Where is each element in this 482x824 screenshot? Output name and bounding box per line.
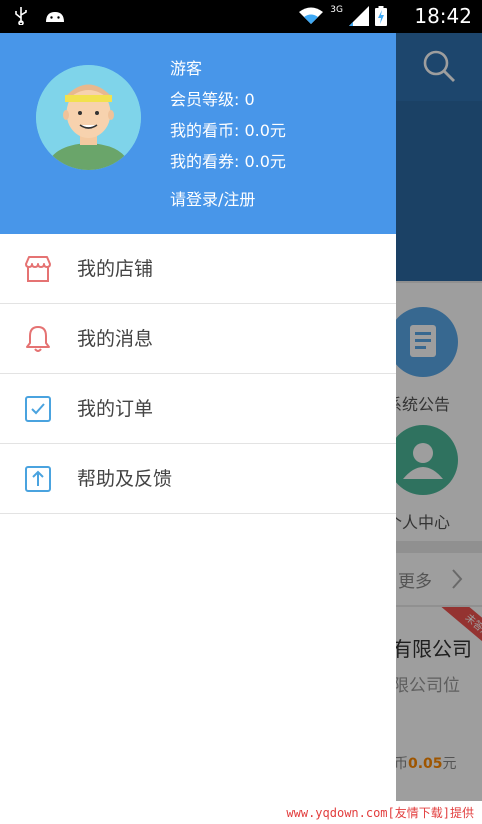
checkbox-icon [25, 396, 51, 422]
clock: 18:42 [414, 4, 472, 28]
wifi-icon [299, 7, 324, 24]
android-icon [46, 12, 64, 22]
menu-label-my-store: 我的店铺 [77, 258, 154, 280]
status-bar: 3G 18:42 [0, 0, 482, 33]
user-info: 游客 会员等级: 0 我的看币: 0.0元 我的看券: 0.0元 [170, 53, 286, 177]
signal-icon [349, 6, 369, 26]
menu-item-my-orders[interactable]: 我的订单 [0, 374, 396, 444]
coin-balance: 我的看币: 0.0元 [170, 121, 286, 140]
battery-icon [375, 6, 387, 26]
menu-label-my-messages: 我的消息 [77, 328, 154, 350]
menu-item-my-messages[interactable]: 我的消息 [0, 304, 396, 374]
drawer-menu: 我的店铺 我的消息 我的订单 帮助及反馈 [0, 234, 396, 514]
menu-label-my-orders: 我的订单 [77, 398, 154, 420]
store-icon [25, 256, 51, 282]
scrim-overlay[interactable] [396, 33, 482, 801]
background-app: 系统公告 个人中心 更多 未答题 有限公司 限公司位 币0.05元 [396, 33, 482, 801]
menu-item-my-store[interactable]: 我的店铺 [0, 234, 396, 304]
navigation-drawer: 游客 会员等级: 0 我的看币: 0.0元 我的看券: 0.0元 请登录/注册 … [0, 33, 396, 801]
bell-icon [26, 326, 50, 352]
menu-label-help-feedback: 帮助及反馈 [77, 468, 173, 490]
watermark-text: www.yqdown.com[友情下载]提供 [286, 806, 474, 820]
coupon-balance: 我的看券: 0.0元 [170, 152, 286, 171]
network-type: 3G [330, 5, 343, 15]
usb-icon [15, 7, 27, 25]
drawer-header: 游客 会员等级: 0 我的看币: 0.0元 我的看券: 0.0元 请登录/注册 [0, 33, 396, 234]
upload-icon [25, 466, 51, 492]
watermark-footer: www.yqdown.com[友情下载]提供 [0, 801, 482, 824]
avatar[interactable] [36, 65, 141, 170]
login-register-link[interactable]: 请登录/注册 [170, 188, 255, 212]
menu-item-help-feedback[interactable]: 帮助及反馈 [0, 444, 396, 514]
member-level: 会员等级: 0 [170, 90, 255, 109]
user-name: 游客 [170, 59, 203, 78]
